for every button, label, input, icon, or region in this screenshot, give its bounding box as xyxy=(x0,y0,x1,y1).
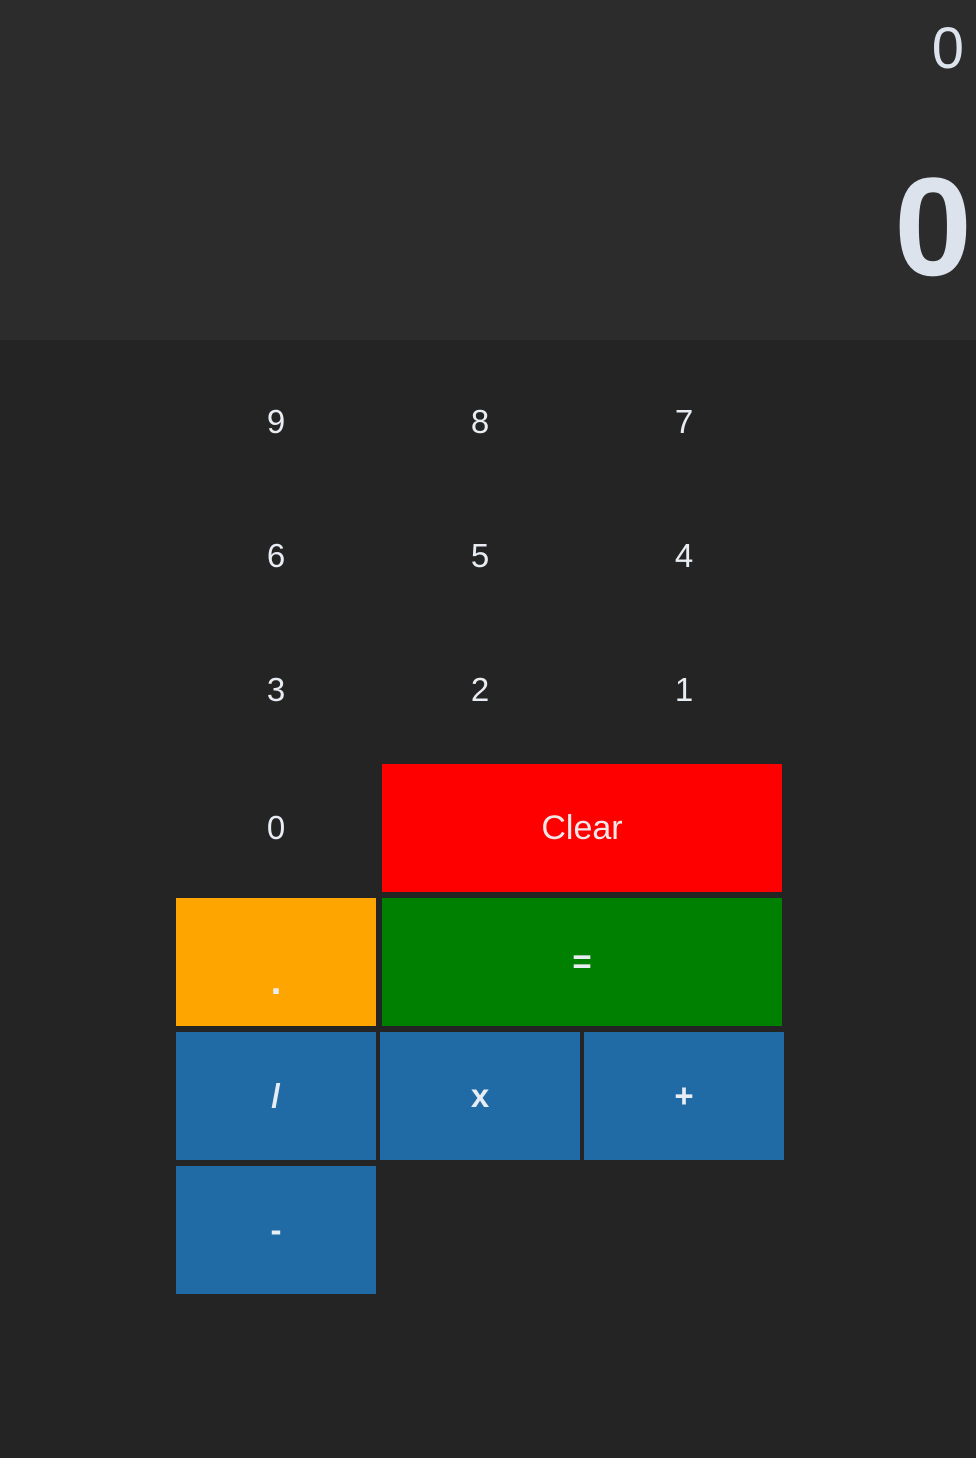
key-5[interactable]: 5 xyxy=(380,492,580,620)
key-4[interactable]: 4 xyxy=(584,492,784,620)
key-1[interactable]: 1 xyxy=(584,626,784,754)
key-3[interactable]: 3 xyxy=(176,626,376,754)
equals-button[interactable]: = xyxy=(382,898,782,1026)
key-8[interactable]: 8 xyxy=(380,358,580,486)
key-2[interactable]: 2 xyxy=(380,626,580,754)
key-6[interactable]: 6 xyxy=(176,492,376,620)
divide-button[interactable]: / xyxy=(176,1032,376,1160)
multiply-button[interactable]: x xyxy=(380,1032,580,1160)
key-7[interactable]: 7 xyxy=(584,358,784,486)
current-value: 0 xyxy=(894,148,972,305)
previous-value: 0 xyxy=(931,16,964,81)
calculator-display: 0 0 xyxy=(0,0,976,340)
clear-button[interactable]: Clear xyxy=(382,764,782,892)
key-9[interactable]: 9 xyxy=(176,358,376,486)
key-0[interactable]: 0 xyxy=(176,764,376,892)
decimal-button[interactable]: . xyxy=(176,898,376,1026)
add-button[interactable]: + xyxy=(584,1032,784,1160)
subtract-button[interactable]: - xyxy=(176,1166,376,1294)
